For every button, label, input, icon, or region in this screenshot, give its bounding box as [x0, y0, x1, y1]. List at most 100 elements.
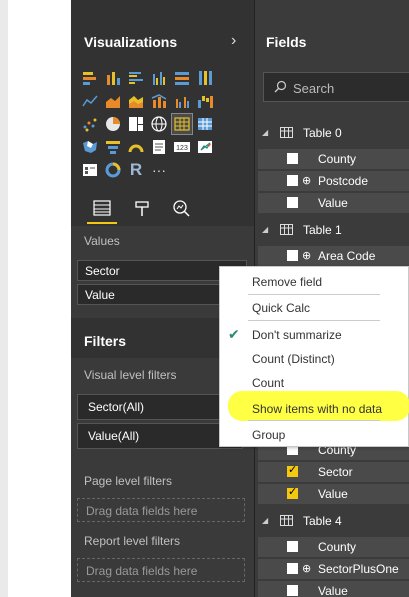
- field-checkbox-checked[interactable]: [287, 485, 298, 499]
- collapse-chevron-icon[interactable]: ›: [231, 32, 236, 50]
- treemap-icon[interactable]: [126, 114, 146, 134]
- filters-title: Filters: [84, 333, 127, 349]
- field-row-area-code[interactable]: ⊕ Area Code: [258, 246, 409, 266]
- format-paint-roller-icon[interactable]: [127, 194, 157, 224]
- canvas-left-strip: [0, 0, 8, 597]
- visualizations-title: Visualizations: [84, 34, 178, 50]
- field-row-postcode[interactable]: ⊕ Postcode: [258, 171, 409, 191]
- analytics-magnifier-icon[interactable]: [167, 194, 197, 224]
- field-name: Area Code: [318, 249, 376, 263]
- field-row-value[interactable]: Value: [258, 193, 409, 213]
- table-grid-icon: [280, 127, 293, 138]
- menu-item-group[interactable]: Group: [252, 428, 285, 442]
- table-name: Table 0: [303, 126, 342, 140]
- menu-item-count[interactable]: Count: [252, 376, 284, 390]
- fields-search-input[interactable]: Search: [263, 72, 409, 102]
- table-name: Table 4: [303, 514, 342, 528]
- search-placeholder: Search: [293, 81, 335, 96]
- area-chart-icon[interactable]: [103, 91, 123, 111]
- globe-icon: ⊕: [302, 563, 312, 575]
- field-checkbox[interactable]: [287, 585, 298, 596]
- menu-separator: [248, 320, 380, 321]
- clustered-bar-chart-icon[interactable]: [126, 68, 146, 88]
- field-checkbox-checked[interactable]: [287, 463, 298, 477]
- field-name: County: [318, 540, 357, 554]
- card-icon[interactable]: 123: [172, 137, 192, 157]
- field-context-menu: Remove field Quick Calc ✔ Don't summariz…: [219, 266, 409, 447]
- expand-triangle-icon: ◢: [262, 128, 269, 137]
- menu-item-remove-field[interactable]: Remove field: [252, 275, 322, 289]
- line-and-column-chart-icon[interactable]: [149, 91, 169, 111]
- more-visuals-icon[interactable]: ···: [149, 160, 169, 180]
- stacked-bar-chart-icon[interactable]: [80, 68, 100, 88]
- field-row-county[interactable]: County: [258, 149, 409, 169]
- report-canvas[interactable]: [8, 0, 71, 597]
- expand-triangle-icon: ◢: [262, 516, 269, 525]
- field-name: Value: [318, 584, 348, 597]
- filled-map-icon[interactable]: [80, 137, 100, 157]
- line-and-clustered-column-chart-icon[interactable]: [172, 91, 192, 111]
- waterfall-chart-icon[interactable]: [195, 91, 215, 111]
- report-level-filters-label: Report level filters: [84, 534, 181, 548]
- menu-item-dont-summarize[interactable]: Don't summarize: [252, 328, 342, 342]
- r-script-visual-icon[interactable]: R: [126, 160, 146, 180]
- field-row-value[interactable]: Value: [258, 484, 409, 504]
- 100-percent-column-chart-icon[interactable]: [195, 68, 215, 88]
- svg-text:123: 123: [176, 145, 188, 152]
- field-checkbox[interactable]: [287, 541, 298, 552]
- page-filter-drop-zone[interactable]: Drag data fields here: [77, 498, 245, 522]
- field-row-value[interactable]: Value: [258, 581, 409, 597]
- field-name: Postcode: [318, 174, 369, 188]
- field-row-county[interactable]: County: [258, 537, 409, 557]
- field-checkbox[interactable]: [287, 153, 298, 164]
- field-row-sectorplusone[interactable]: ⊕ SectorPlusOne: [258, 559, 409, 579]
- field-checkbox[interactable]: [287, 250, 298, 261]
- field-checkbox[interactable]: [287, 563, 298, 574]
- field-name: SectorPlusOne: [318, 562, 399, 576]
- table-grid-icon: [280, 515, 293, 526]
- table-grid-icon: [280, 224, 293, 235]
- check-mark-icon: ✔: [228, 326, 240, 342]
- fields-title: Fields: [266, 34, 307, 50]
- menu-separator: [248, 420, 380, 421]
- funnel-icon[interactable]: [103, 137, 123, 157]
- slicer-icon[interactable]: [80, 160, 100, 180]
- 100-percent-bar-chart-icon[interactable]: [172, 68, 192, 88]
- donut-chart-icon[interactable]: [103, 160, 123, 180]
- menu-item-count-distinct[interactable]: Count (Distinct): [252, 352, 335, 366]
- scatter-chart-icon[interactable]: [80, 114, 100, 134]
- field-name: Value: [318, 196, 348, 210]
- multi-row-card-icon[interactable]: [149, 137, 169, 157]
- page-level-filters-label: Page level filters: [84, 474, 173, 488]
- visualization-icon-grid: 123 R ···: [80, 68, 216, 181]
- field-checkbox[interactable]: [287, 175, 298, 186]
- field-row-sector[interactable]: Sector: [258, 462, 409, 482]
- field-name: Value: [318, 487, 348, 501]
- menu-separator: [248, 294, 380, 295]
- field-checkbox[interactable]: [287, 197, 298, 208]
- visual-level-filters-label: Visual level filters: [84, 368, 177, 382]
- table-4-header[interactable]: ◢ Table 4: [255, 511, 409, 533]
- fields-tab-icon[interactable]: [87, 194, 117, 224]
- search-icon: [274, 80, 287, 96]
- report-filter-drop-zone[interactable]: Drag data fields here: [77, 558, 245, 582]
- expand-triangle-icon: ◢: [262, 225, 269, 234]
- clustered-column-chart-icon[interactable]: [149, 68, 169, 88]
- matrix-icon[interactable]: [195, 114, 215, 134]
- line-chart-icon[interactable]: [80, 91, 100, 111]
- table-1-header[interactable]: ◢ Table 1: [255, 220, 409, 242]
- table-0-header[interactable]: ◢ Table 0: [255, 123, 409, 145]
- globe-icon: ⊕: [302, 175, 312, 187]
- table-icon[interactable]: [171, 113, 193, 135]
- gauge-icon[interactable]: [126, 137, 146, 157]
- stacked-column-chart-icon[interactable]: [103, 68, 123, 88]
- menu-item-quick-calc[interactable]: Quick Calc: [252, 301, 310, 315]
- pie-chart-icon[interactable]: [103, 114, 123, 134]
- stacked-area-chart-icon[interactable]: [126, 91, 146, 111]
- map-icon[interactable]: [149, 114, 169, 134]
- kpi-icon[interactable]: [195, 137, 215, 157]
- pane-tool-tabs: [71, 194, 254, 226]
- globe-icon: ⊕: [302, 250, 312, 262]
- field-name: County: [318, 152, 357, 166]
- menu-item-show-items-with-no-data[interactable]: Show items with no data: [252, 402, 382, 416]
